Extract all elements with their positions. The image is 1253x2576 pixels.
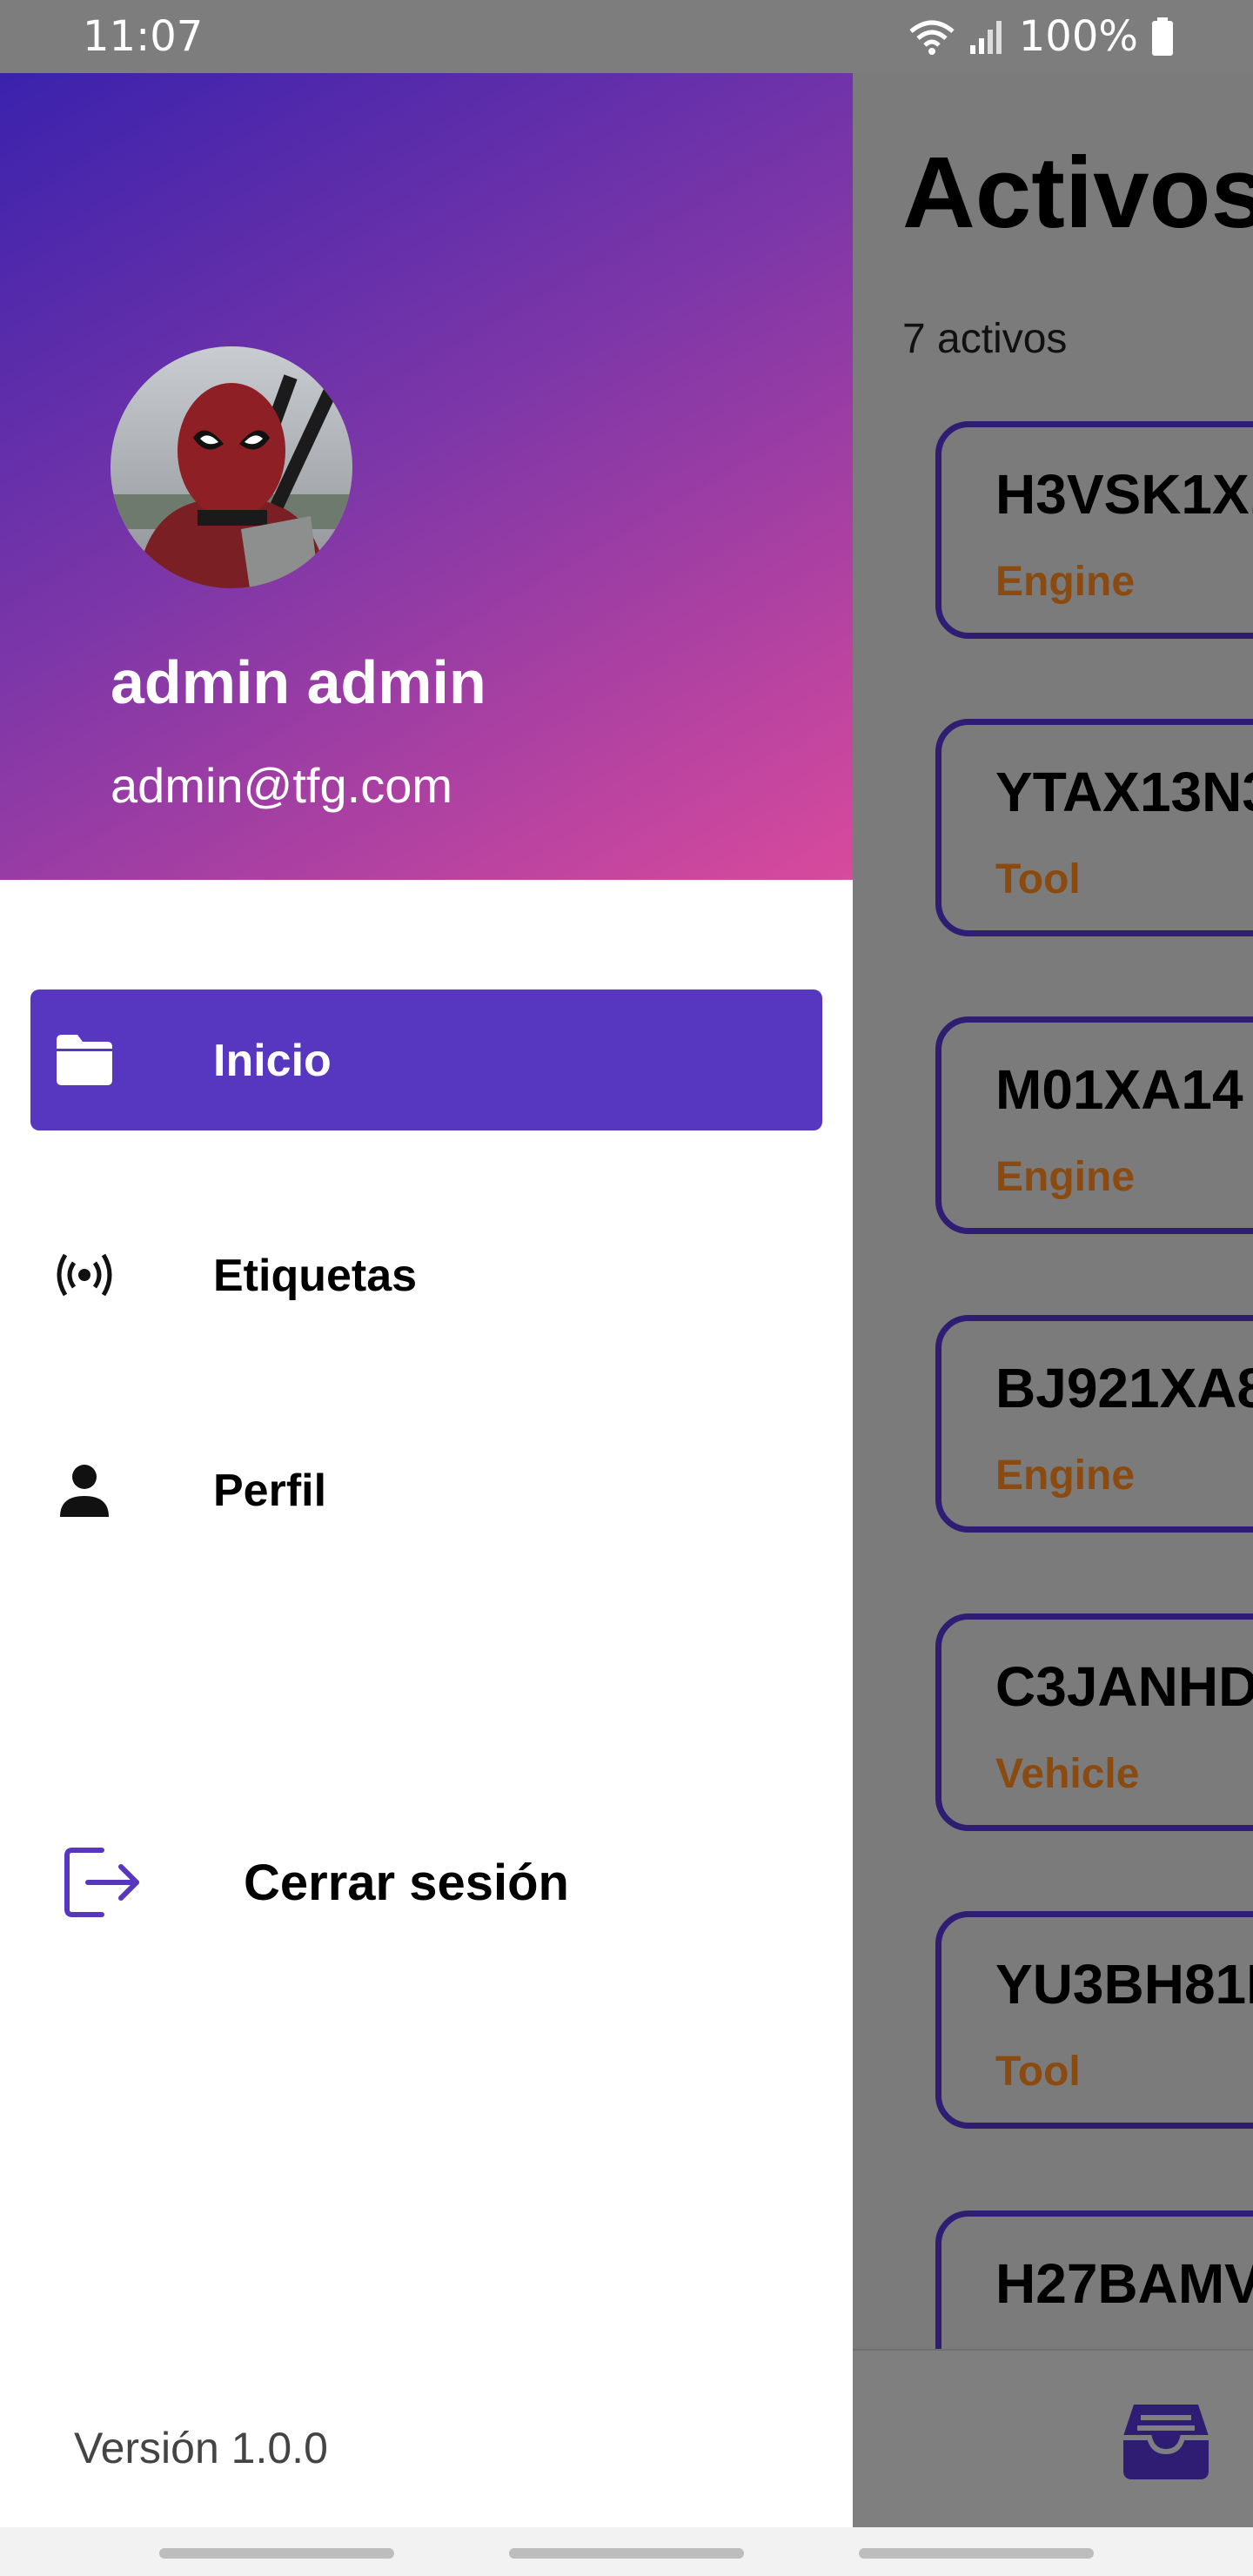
inbox-icon[interactable]: [1118, 2401, 1214, 2481]
assets-screen-scrim[interactable]: Activos 7 activos H3VSK1X1 Engine YTAX13…: [853, 73, 1253, 2527]
asset-code: M01XA14: [995, 1058, 1243, 1121]
drawer-item-label: Inicio: [213, 1036, 332, 1086]
asset-type: Engine: [995, 1154, 1136, 1200]
asset-type: Tool: [995, 856, 1081, 902]
asset-card[interactable]: C3JANHD Vehicle: [935, 1613, 1253, 1831]
asset-type: Tool: [995, 2049, 1081, 2095]
broadcast-icon: [57, 1253, 112, 1297]
logout-label: Cerrar sesión: [244, 1855, 569, 1911]
user-email: admin@tfg.com: [111, 758, 452, 813]
user-name: admin admin: [111, 648, 486, 716]
asset-card[interactable]: BJ921XA8 Engine: [935, 1315, 1253, 1533]
wifi-icon: [909, 20, 955, 55]
drawer-item-label: Perfil: [213, 1466, 327, 1516]
asset-card[interactable]: M01XA14 Engine: [935, 1016, 1253, 1234]
status-bar: 11:07 100%: [0, 0, 1253, 73]
asset-code: BJ921XA8: [995, 1357, 1253, 1419]
navigation-drawer: admin admin admin@tfg.com Inicio Etiquet…: [0, 73, 853, 2527]
drawer-header: admin admin admin@tfg.com: [0, 73, 853, 880]
battery-icon: [1152, 17, 1173, 56]
assets-count: 7 activos: [902, 316, 1068, 362]
logout-button[interactable]: Cerrar sesión: [30, 1819, 822, 1958]
back-button[interactable]: [859, 2548, 1094, 2559]
asset-card[interactable]: YU3BH81E Tool: [935, 1911, 1253, 2129]
person-icon: [60, 1465, 109, 1517]
asset-type: Engine: [995, 559, 1136, 605]
status-time: 11:07: [83, 12, 204, 61]
avatar-image: [111, 346, 352, 588]
asset-card[interactable]: H3VSK1X1 Engine: [935, 421, 1253, 639]
asset-code: C3JANHD: [995, 1655, 1253, 1718]
asset-code: H3VSK1X1: [995, 463, 1253, 526]
drawer-item-perfil[interactable]: Perfil: [30, 1419, 822, 1560]
system-nav-bar: [0, 2527, 1253, 2576]
logout-icon: [64, 1848, 139, 1917]
drawer-item-inicio[interactable]: Inicio: [30, 989, 822, 1130]
folder-icon: [57, 1035, 112, 1085]
battery-text: 100%: [1018, 12, 1138, 61]
asset-type: Vehicle: [995, 1751, 1140, 1797]
asset-card[interactable]: YTAX13N3 Tool: [935, 719, 1253, 936]
avatar: [111, 346, 352, 588]
asset-code: YU3BH81E: [995, 1953, 1253, 2016]
recents-button[interactable]: [159, 2548, 394, 2559]
asset-code: YTAX13N3: [995, 761, 1253, 823]
drawer-item-label: Etiquetas: [213, 1251, 418, 1301]
asset-type: Engine: [995, 1452, 1136, 1499]
asset-code: H27BAMV: [995, 2252, 1253, 2315]
app-version: Versión 1.0.0: [74, 2424, 328, 2472]
bottom-bar: [853, 2349, 1253, 2527]
page-title: Activos: [902, 136, 1253, 249]
signal-icon: [969, 21, 1002, 54]
drawer-item-etiquetas[interactable]: Etiquetas: [30, 1204, 822, 1345]
status-icons: 100%: [908, 12, 1175, 61]
home-button[interactable]: [509, 2548, 744, 2559]
